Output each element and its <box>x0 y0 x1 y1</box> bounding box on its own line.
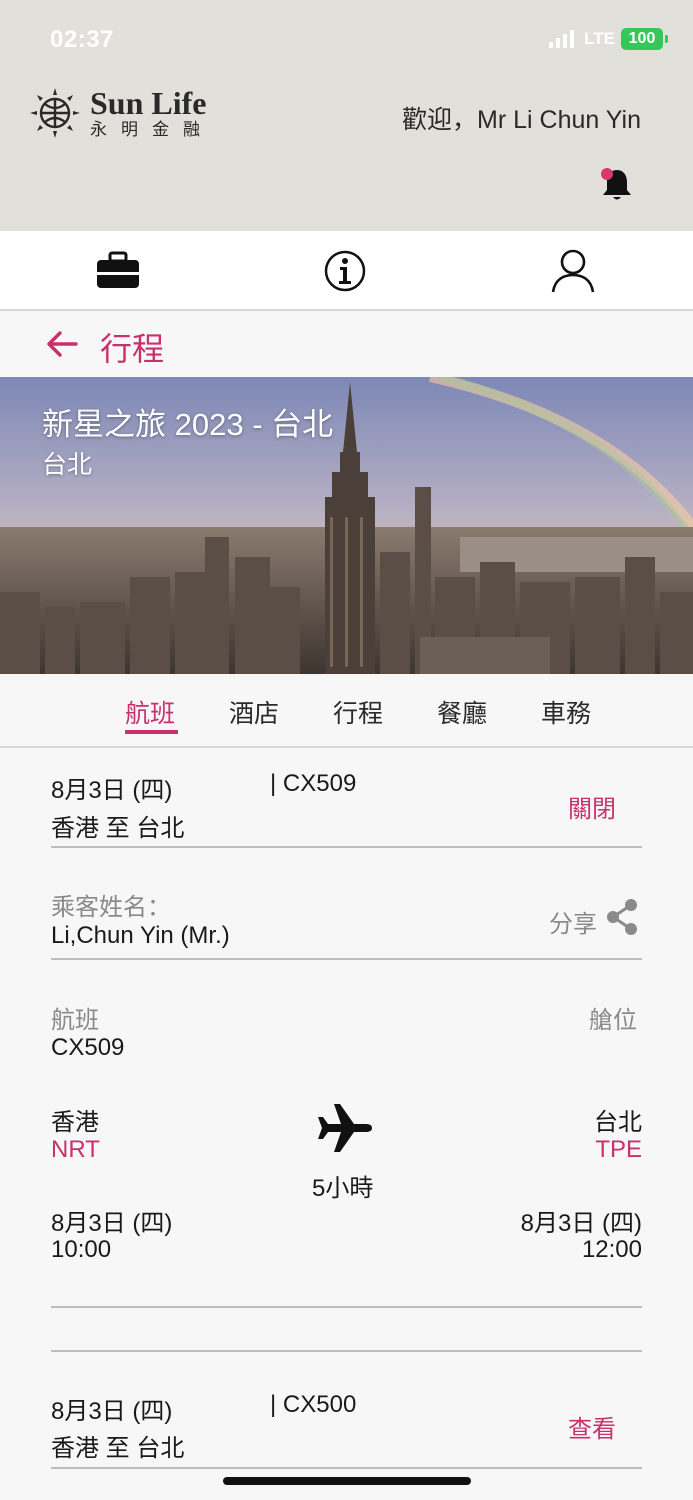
flight-number: | CX509 <box>270 770 357 797</box>
origin-code: NRT <box>51 1136 100 1163</box>
welcome-message: 歡迎，Mr Li Chun Yin <box>402 106 641 134</box>
flight-route: 香港 至 台北 <box>51 1435 185 1462</box>
flight-label: 航班 <box>51 1007 99 1034</box>
briefcase-icon[interactable] <box>93 247 143 295</box>
tab-flights[interactable]: 航班 <box>125 694 175 730</box>
tab-hotels[interactable]: 酒店 <box>229 694 279 730</box>
destination-city: 台北 <box>594 1109 642 1136</box>
flight-route: 香港 至 台北 <box>51 815 185 842</box>
back-arrow-icon[interactable] <box>46 330 78 358</box>
sun-globe-icon <box>30 88 80 138</box>
app-header: 02:37 LTE 100 Sun Life 永明金融 歡迎，Mr Li Chu… <box>0 0 693 231</box>
passenger-label: 乘客姓名： <box>51 894 171 921</box>
passenger-name: Li,Chun Yin (Mr.) <box>51 922 230 949</box>
category-tabs: 航班 酒店 行程 餐廳 車務 <box>0 674 693 748</box>
cabin-label: 艙位 <box>589 1007 637 1034</box>
divider <box>51 1467 642 1469</box>
tab-transport[interactable]: 車務 <box>541 694 591 730</box>
divider <box>51 846 642 848</box>
logo-text-en: Sun Life <box>90 85 207 121</box>
sunlife-logo: Sun Life 永明金融 <box>28 86 214 140</box>
active-tab-indicator <box>125 730 178 734</box>
user-icon[interactable] <box>548 247 598 295</box>
trip-title: 新星之旅 2023 - 台北 <box>42 407 334 442</box>
home-indicator <box>223 1477 471 1485</box>
status-indicators: LTE 100 <box>549 28 668 50</box>
battery-indicator: 100 <box>621 28 668 50</box>
divider <box>51 958 642 960</box>
arrive-date: 8月3日 (四) <box>520 1210 642 1237</box>
top-navigation <box>0 231 693 311</box>
page-title: 行程 <box>100 331 165 367</box>
hero-banner: 新星之旅 2023 - 台北 台北 <box>0 377 693 674</box>
signal-icon <box>549 30 575 48</box>
tab-restaurants[interactable]: 餐廳 <box>437 694 487 730</box>
airplane-icon <box>318 1104 372 1152</box>
flight-duration: 5小時 <box>312 1175 374 1202</box>
status-time: 02:37 <box>50 26 114 53</box>
arrive-time: 12:00 <box>581 1236 642 1263</box>
depart-time: 10:00 <box>51 1236 112 1263</box>
flight-value: CX509 <box>51 1034 125 1061</box>
destination-code: TPE <box>595 1136 642 1163</box>
view-button[interactable]: 查看 <box>568 1409 616 1444</box>
origin-city: 香港 <box>51 1109 99 1136</box>
divider <box>51 1306 642 1308</box>
close-button[interactable]: 關閉 <box>568 789 616 824</box>
logo-text-zh: 永明金融 <box>90 120 214 140</box>
depart-date: 8月3日 (四) <box>51 1210 173 1237</box>
share-icon[interactable] <box>604 898 640 936</box>
flight-date: 8月3日 (四) <box>51 1398 173 1425</box>
flight-date: 8月3日 (四) <box>51 777 173 804</box>
trip-destination: 台北 <box>42 451 93 479</box>
divider <box>51 1350 642 1352</box>
share-label[interactable]: 分享 <box>549 904 597 939</box>
notification-dot <box>601 168 613 180</box>
info-icon[interactable] <box>320 247 370 295</box>
flight-number: | CX500 <box>270 1391 357 1418</box>
page-header: 行程 <box>0 312 693 377</box>
tab-itinerary[interactable]: 行程 <box>333 694 383 730</box>
network-type: LTE <box>584 29 615 48</box>
